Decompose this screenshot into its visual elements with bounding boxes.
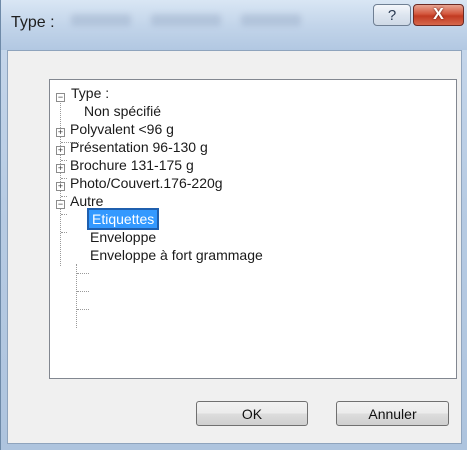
- dialog-window: Type : ? X − Type : Non spécifié + Polyv…: [0, 0, 467, 450]
- expand-icon[interactable]: +: [56, 128, 65, 137]
- tree-connector: [61, 214, 67, 215]
- help-icon: ?: [387, 6, 397, 24]
- tree-connector: [61, 232, 67, 233]
- tree-item-non-specifie[interactable]: Non spécifié: [84, 102, 161, 120]
- tree-connector: [61, 178, 67, 179]
- tree-item-photo-couvert[interactable]: Photo/Couvert.176-220g: [70, 174, 223, 192]
- tree-connector: [77, 291, 89, 292]
- expand-icon[interactable]: +: [56, 146, 65, 155]
- title-bar[interactable]: Type : ? X: [1, 0, 467, 50]
- tree-item-polyvalent[interactable]: Polyvalent <96 g: [70, 120, 174, 138]
- tree-root-label[interactable]: Type :: [71, 84, 109, 102]
- expand-icon[interactable]: +: [56, 182, 65, 191]
- dialog-client-area: − Type : Non spécifié + Polyvalent <96 g…: [7, 50, 462, 444]
- close-button[interactable]: X: [413, 4, 464, 26]
- tree-item-autre[interactable]: Autre: [70, 192, 103, 210]
- blurred-background: [241, 14, 301, 26]
- tree-item-presentation[interactable]: Présentation 96-130 g: [70, 138, 208, 156]
- cancel-button[interactable]: Annuler: [336, 401, 449, 426]
- tree-item-brochure[interactable]: Brochure 131-175 g: [70, 156, 194, 174]
- ok-button[interactable]: OK: [196, 401, 308, 426]
- tree-item-enveloppe-fort-grammage[interactable]: Enveloppe à fort grammage: [90, 246, 263, 264]
- tree-connector: [77, 309, 89, 310]
- window-title: Type :: [11, 14, 55, 31]
- tree-item-enveloppe[interactable]: Enveloppe: [90, 228, 156, 246]
- collapse-icon[interactable]: −: [56, 93, 65, 102]
- paper-type-tree[interactable]: − Type : Non spécifié + Polyvalent <96 g…: [49, 79, 457, 379]
- close-icon: X: [433, 6, 444, 23]
- blurred-background: [151, 14, 221, 26]
- expand-icon[interactable]: +: [56, 164, 65, 173]
- tree-connector: [61, 196, 67, 197]
- help-button[interactable]: ?: [373, 4, 411, 26]
- tree-connector: [61, 160, 67, 161]
- collapse-icon[interactable]: −: [56, 200, 65, 209]
- tree-item-etiquettes[interactable]: Etiquettes: [86, 208, 160, 230]
- blurred-background: [71, 14, 131, 26]
- tree-connector: [77, 273, 89, 274]
